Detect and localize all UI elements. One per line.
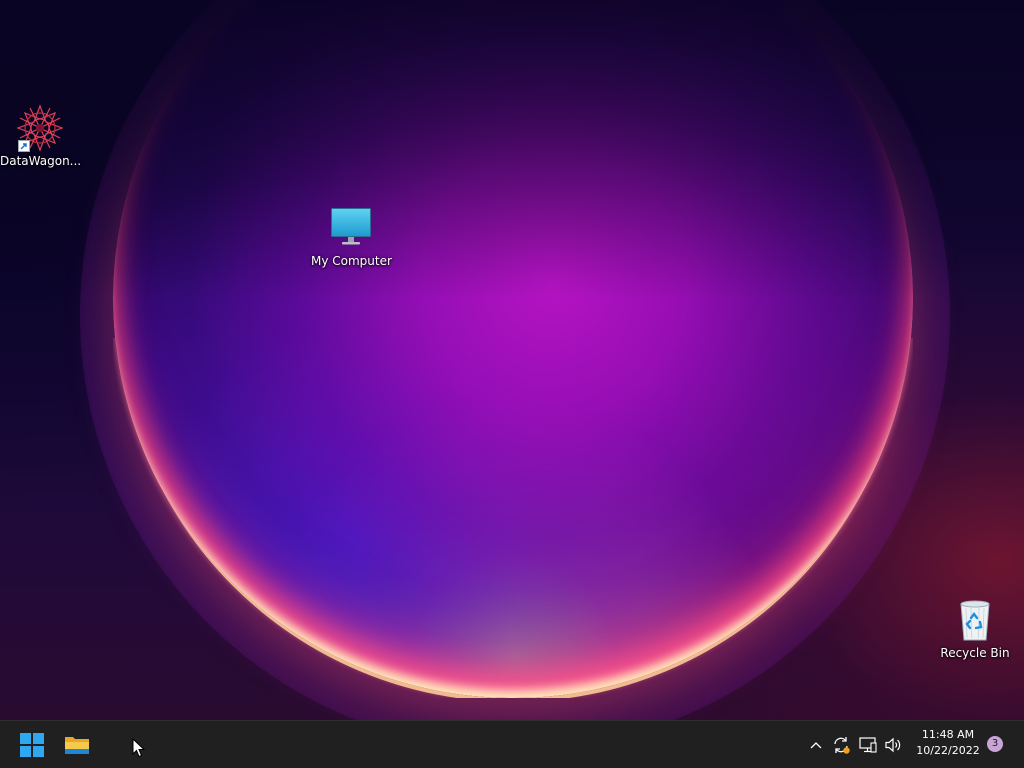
tray-volume-button[interactable]	[882, 721, 904, 768]
desktop-icon-label: DataWagon...	[0, 154, 82, 168]
desktop-icon-datawagon[interactable]: DataWagon...	[0, 104, 82, 169]
windows-start-icon	[20, 733, 44, 757]
desktop-icon-label: Recycle Bin	[940, 646, 1010, 660]
taskbar-clock[interactable]: 11:48 AM 10/22/2022	[910, 727, 986, 763]
volume-icon	[885, 737, 901, 753]
recycle-bin-icon	[951, 596, 999, 644]
desktop-icon-my-computer[interactable]: My Computer	[311, 204, 392, 269]
desktop-icon-recycle-bin[interactable]: Recycle Bin	[935, 596, 1015, 661]
wallpaper-top-shade	[0, 0, 1024, 300]
sync-icon	[834, 737, 850, 754]
chevron-up-icon	[810, 742, 822, 749]
monitor-icon	[327, 204, 375, 252]
desktop-screen: DataWagon... My Computer Recycle Bin 11:…	[0, 0, 1024, 768]
desktop-icon-label: My Computer	[311, 254, 392, 268]
datawagon-app-icon	[16, 104, 64, 152]
file-explorer-icon	[65, 737, 89, 754]
clock-date: 10/22/2022	[916, 744, 980, 757]
clock-time: 11:48 AM	[921, 728, 975, 741]
mouse-cursor-icon	[132, 738, 146, 758]
desktop-wallpaper	[0, 0, 1024, 720]
tray-network-button[interactable]	[857, 721, 879, 768]
start-button[interactable]	[12, 725, 52, 765]
show-hidden-icons-button[interactable]	[806, 721, 826, 768]
shortcut-arrow-icon	[18, 140, 30, 152]
notification-count-badge[interactable]: 3	[987, 736, 1003, 752]
tray-sync-button[interactable]	[830, 721, 852, 768]
taskbar-file-explorer-button[interactable]	[57, 725, 97, 765]
taskbar: 11:48 AM 10/22/2022	[0, 720, 1024, 768]
network-icon	[859, 737, 877, 753]
